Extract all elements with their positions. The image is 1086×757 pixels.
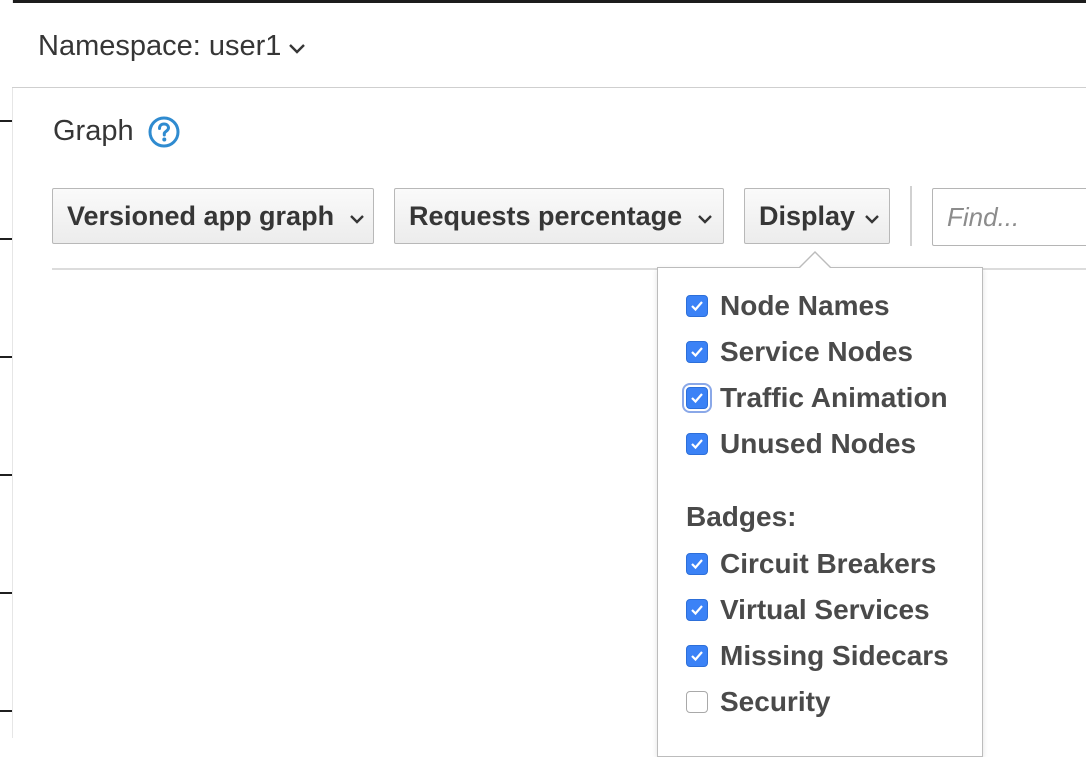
- page-title: Graph: [53, 115, 180, 148]
- option-service-nodes[interactable]: Service Nodes: [686, 335, 913, 369]
- checkbox-virtual-services[interactable]: [686, 599, 708, 621]
- badge-security[interactable]: Security: [686, 685, 831, 719]
- edge-tick: [0, 120, 12, 122]
- edge-tick: [0, 474, 12, 476]
- option-label: Traffic Animation: [720, 382, 948, 413]
- chevron-down-icon: [863, 201, 881, 232]
- check-icon: [691, 439, 703, 450]
- badge-circuit-breakers[interactable]: Circuit Breakers: [686, 547, 936, 581]
- edge-labels-label: Requests percentage: [409, 200, 683, 231]
- option-label: Node Names: [720, 290, 890, 321]
- graph-type-dropdown[interactable]: Versioned app graph: [52, 188, 374, 244]
- option-traffic-animation[interactable]: Traffic Animation: [686, 381, 948, 415]
- check-icon: [691, 301, 703, 312]
- display-dropdown[interactable]: Display: [744, 188, 890, 244]
- graph-type-label: Versioned app graph: [67, 200, 335, 231]
- edge-tick: [0, 592, 12, 594]
- checkbox-service-nodes[interactable]: [686, 341, 708, 363]
- namespace-bar: Namespace: user1: [12, 3, 1086, 88]
- namespace-selector[interactable]: Namespace: user1: [38, 30, 307, 63]
- edge-tick: [0, 238, 12, 240]
- chevron-down-icon: [696, 201, 714, 232]
- checkbox-traffic-animation[interactable]: [686, 387, 708, 409]
- popover-caret-fill: [799, 253, 831, 269]
- left-edge-strip: [0, 0, 13, 738]
- check-icon: [691, 559, 703, 570]
- checkbox-security[interactable]: [686, 691, 708, 713]
- badge-missing-sidecars[interactable]: Missing Sidecars: [686, 639, 949, 673]
- option-label: Unused Nodes: [720, 428, 917, 459]
- check-icon: [691, 393, 703, 404]
- check-icon: [691, 651, 703, 662]
- option-unused-nodes[interactable]: Unused Nodes: [686, 427, 916, 461]
- badge-virtual-services[interactable]: Virtual Services: [686, 593, 930, 627]
- option-label: Service Nodes: [720, 336, 913, 367]
- display-label: Display: [759, 200, 856, 231]
- find-input[interactable]: [932, 188, 1086, 246]
- option-label: Missing Sidecars: [720, 640, 949, 671]
- option-label: Virtual Services: [720, 594, 930, 625]
- chevron-down-icon: [348, 201, 366, 232]
- checkbox-missing-sidecars[interactable]: [686, 645, 708, 667]
- checkbox-unused-nodes[interactable]: [686, 433, 708, 455]
- checkbox-node-names[interactable]: [686, 295, 708, 317]
- chevron-down-icon: [287, 30, 307, 63]
- toolbar-divider: [910, 186, 912, 246]
- check-icon: [691, 347, 703, 358]
- option-label: Security: [720, 686, 831, 717]
- page-title-text: Graph: [53, 115, 134, 147]
- namespace-label: Namespace: user1: [38, 30, 282, 62]
- edge-labels-dropdown[interactable]: Requests percentage: [394, 188, 724, 244]
- option-label: Circuit Breakers: [720, 548, 937, 579]
- help-icon[interactable]: [148, 116, 180, 148]
- badges-heading: Badges:: [686, 501, 797, 532]
- checkbox-circuit-breakers[interactable]: [686, 553, 708, 575]
- edge-tick: [0, 710, 12, 712]
- edge-tick: [0, 356, 12, 358]
- option-node-names[interactable]: Node Names: [686, 289, 890, 323]
- check-icon: [691, 605, 703, 616]
